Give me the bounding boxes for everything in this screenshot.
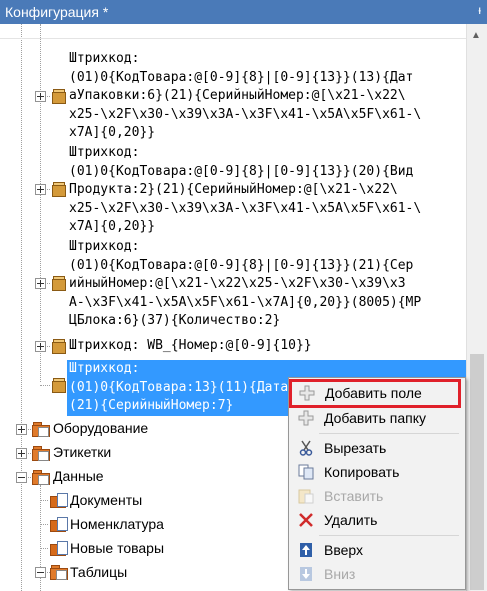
barcode-item-icon: [50, 378, 66, 393]
delete-icon: [297, 512, 315, 528]
add-icon: [298, 385, 316, 401]
folder-icon: [50, 565, 68, 580]
menu-item-label: Вырезать: [324, 440, 387, 456]
folder-icon: [32, 422, 50, 437]
menu-item-add-field[interactable]: Добавить поле: [289, 379, 461, 408]
collapse-toggle[interactable]: [16, 472, 27, 483]
barcode-item[interactable]: Штрихкод: WB_{Номер:@[0-9]{10}}: [69, 337, 312, 356]
expand-toggle[interactable]: [35, 184, 46, 195]
barcode-item-icon: [50, 182, 66, 197]
menu-item-copy[interactable]: Копировать: [291, 461, 461, 484]
scroll-up-icon[interactable]: ▲: [471, 30, 481, 41]
menu-item-label: Копировать: [324, 464, 400, 480]
barcode-item[interactable]: Штрихкод: (01)0{КодТовара:@[0-9]{8}|[0-9…: [69, 50, 421, 143]
expand-toggle[interactable]: [16, 448, 27, 459]
document-icon: [50, 517, 68, 532]
barcode-item-icon: [50, 89, 66, 104]
menu-item-add-folder[interactable]: Добавить папку: [291, 407, 461, 430]
folder-icon: [32, 470, 50, 485]
scrollbar-thumb[interactable]: [470, 354, 484, 590]
arrow-up-icon: [297, 542, 315, 558]
menu-item-paste[interactable]: Вставить: [291, 485, 461, 508]
barcode-item-icon: [50, 339, 66, 354]
menu-item-label: Вверх: [324, 542, 364, 558]
menu-item-label: Добавить папку: [324, 410, 426, 426]
document-icon: [50, 493, 68, 508]
vertical-scrollbar[interactable]: ▲: [466, 24, 487, 591]
paste-icon: [297, 488, 315, 504]
tree-node-tables[interactable]: Таблицы: [70, 564, 127, 580]
document-icon: [50, 541, 68, 556]
menu-item-label: Добавить поле: [325, 385, 422, 401]
copy-icon: [297, 464, 315, 480]
add-icon: [297, 410, 315, 426]
menu-item-cut[interactable]: Вырезать: [291, 437, 461, 460]
panel-title: Конфигурация *: [5, 4, 109, 20]
tree-node-labels[interactable]: Этикетки: [53, 444, 111, 460]
panel-titlebar: Конфигурация * ᵼ: [0, 0, 487, 24]
menu-item-up[interactable]: Вверх: [291, 539, 461, 562]
expand-toggle[interactable]: [16, 424, 27, 435]
menu-item-label: Удалить: [324, 512, 378, 528]
scissors-icon: [297, 440, 315, 456]
tree-node-documents[interactable]: Документы: [70, 492, 142, 508]
arrow-down-icon: [297, 566, 315, 582]
tree-node-nomenclature[interactable]: Номенклатура: [70, 516, 164, 532]
tree-node-new-goods[interactable]: Новые товары: [70, 540, 164, 556]
menu-item-label: Вставить: [324, 488, 384, 504]
menu-item-down[interactable]: Вниз: [291, 563, 461, 586]
expand-toggle[interactable]: [35, 91, 46, 102]
tree-node-equipment[interactable]: Оборудование: [53, 420, 148, 436]
tree-node-data[interactable]: Данные: [53, 468, 104, 484]
expand-toggle[interactable]: [35, 278, 46, 289]
collapse-toggle[interactable]: [35, 567, 46, 578]
expand-toggle[interactable]: [35, 341, 46, 352]
menu-item-delete[interactable]: Удалить: [291, 509, 461, 532]
barcode-item[interactable]: Штрихкод: (01)0{КодТовара:@[0-9]{8}|[0-9…: [69, 238, 421, 331]
pin-icon[interactable]: ᵼ: [478, 3, 481, 17]
folder-icon: [32, 446, 50, 461]
context-menu: Добавить поле Добавить папку Вырезать Ко…: [288, 377, 466, 590]
menu-item-label: Вниз: [324, 566, 356, 582]
barcode-item[interactable]: Штрихкод: (01)0{КодТовара:@[0-9]{8}|[0-9…: [69, 144, 421, 237]
barcode-item-icon: [50, 276, 66, 291]
